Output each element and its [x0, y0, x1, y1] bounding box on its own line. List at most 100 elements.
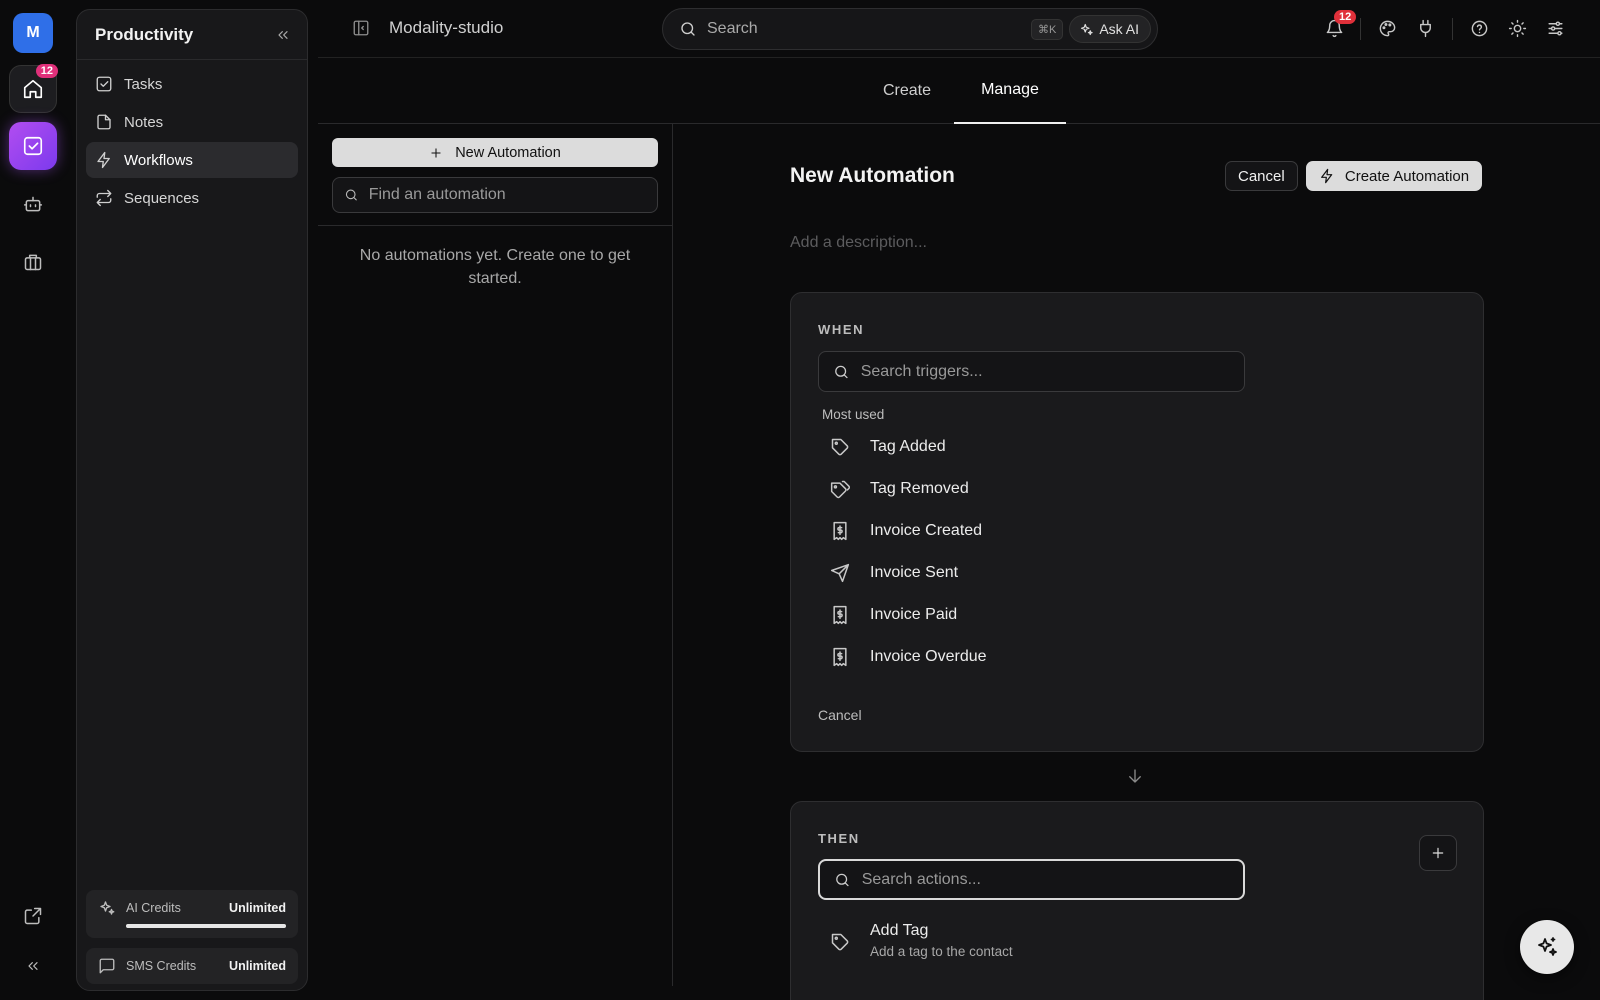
trigger-label: Invoice Created	[870, 522, 983, 539]
theme-palette-button[interactable]	[1378, 19, 1397, 38]
file-icon	[97, 114, 111, 130]
tab-manage[interactable]: Manage	[954, 58, 1066, 124]
nav-item-tasks[interactable]: Tasks	[86, 66, 298, 102]
ai-credits-row: AI Credits Unlimited	[98, 899, 286, 917]
chevrons-left-icon	[278, 30, 288, 39]
sms-credits-label: SMS Credits	[126, 959, 197, 973]
rail-external-button[interactable]	[9, 892, 57, 940]
nav-item-label: Sequences	[124, 189, 200, 207]
ai-credits-bar	[126, 924, 286, 928]
integrations-button[interactable]	[1416, 19, 1435, 38]
tasks-icon	[23, 136, 43, 156]
briefcase-icon	[24, 254, 42, 271]
zap-icon	[97, 151, 110, 169]
then-card: THEN Add Tag Add a tag to the contact	[790, 801, 1484, 1000]
trigger-search-field[interactable]	[818, 351, 1245, 392]
description-field[interactable]: Add a description...	[790, 234, 927, 252]
trigger-search-input[interactable]	[860, 362, 1230, 381]
ai-credits-bar-fill	[126, 924, 286, 928]
find-automation-field[interactable]	[332, 177, 658, 213]
rail-bot-button[interactable]	[9, 180, 57, 228]
help-icon	[1471, 20, 1488, 37]
panel-collapse-button[interactable]	[275, 27, 291, 43]
tag-icon	[831, 933, 849, 951]
cancel-button[interactable]: Cancel	[1225, 161, 1298, 191]
trigger-label: Invoice Paid	[870, 606, 958, 623]
new-automation-button[interactable]: New Automation	[332, 138, 658, 167]
search-icon	[835, 365, 848, 378]
rail-tasks-button[interactable]	[9, 122, 57, 170]
productivity-panel: Productivity Tasks Notes Workflows Seque…	[76, 9, 308, 991]
divider	[318, 225, 672, 226]
new-automation-label: New Automation	[455, 144, 561, 161]
app-rail: M 12	[0, 0, 66, 1000]
send-icon	[830, 563, 850, 583]
arrow-down-icon	[1129, 769, 1141, 783]
action-search-field[interactable]	[818, 859, 1245, 900]
receipt-icon	[833, 605, 847, 625]
trigger-group-label: Most used	[822, 407, 885, 422]
trigger-item-invoice-sent[interactable]: Invoice Sent	[822, 554, 958, 592]
action-search-input[interactable]	[861, 870, 1229, 889]
empty-state-message: No automations yet. Create one to get st…	[359, 247, 631, 287]
sms-credits: SMS Credits Unlimited	[86, 948, 298, 984]
message-icon	[99, 958, 115, 974]
trigger-item-tag-added[interactable]: Tag Added	[822, 428, 946, 466]
trigger-label: Tag Added	[870, 438, 946, 455]
divider	[1360, 18, 1361, 40]
panel-title: Productivity	[95, 24, 194, 44]
workspace-avatar[interactable]: M	[13, 13, 53, 53]
trigger-label: Tag Removed	[870, 480, 969, 497]
trigger-label: Invoice Sent	[870, 564, 959, 581]
collapse-icon	[28, 962, 38, 970]
nav-item-sequences[interactable]: Sequences	[86, 180, 298, 216]
tab-create[interactable]: Create	[858, 58, 956, 124]
search-icon	[836, 873, 849, 886]
notifications-button[interactable]: 12	[1325, 10, 1357, 38]
when-label: WHEN	[818, 322, 865, 337]
settings-button[interactable]	[1546, 19, 1565, 38]
plus-icon	[431, 147, 441, 158]
nav-item-workflows[interactable]: Workflows	[86, 142, 298, 178]
receipt-icon	[833, 647, 847, 667]
nav-item-label: Notes	[124, 113, 164, 131]
tag-icon	[831, 438, 849, 456]
plus-icon	[1432, 847, 1444, 859]
trigger-item-tag-removed[interactable]: Tag Removed	[822, 470, 969, 508]
automation-editor: New Automation Cancel Create Automation …	[674, 124, 1600, 1000]
add-action-button[interactable]	[1419, 835, 1457, 871]
trigger-cancel-button[interactable]: Cancel	[818, 707, 862, 723]
nav-item-label: Workflows	[124, 151, 193, 169]
rail-home-button[interactable]: 12	[9, 64, 58, 113]
home-badge: 12	[35, 64, 58, 78]
help-button[interactable]	[1470, 19, 1489, 38]
find-automation-input[interactable]	[368, 186, 646, 204]
theme-toggle-button[interactable]	[1508, 19, 1527, 38]
nav-item-notes[interactable]: Notes	[86, 104, 298, 140]
create-automation-button[interactable]: Create Automation	[1306, 161, 1482, 191]
divider	[1452, 18, 1453, 40]
trigger-item-invoice-overdue[interactable]: Invoice Overdue	[822, 638, 987, 676]
trigger-item-invoice-created[interactable]: Invoice Created	[822, 512, 982, 550]
bot-icon	[23, 196, 43, 212]
rail-collapse-button[interactable]	[9, 942, 57, 990]
trigger-label: Invoice Overdue	[870, 648, 987, 665]
trigger-item-invoice-paid[interactable]: Invoice Paid	[822, 596, 957, 634]
nav-item-label: Tasks	[124, 75, 163, 93]
sms-credits-value: Unlimited	[229, 959, 286, 973]
when-card: WHEN Most used Tag Added Tag Removed Inv…	[790, 292, 1484, 752]
palette-icon	[1379, 20, 1396, 37]
ai-credits: AI Credits Unlimited	[86, 890, 298, 938]
workflow-tabs: Create Manage	[318, 58, 1600, 124]
ai-credits-label: AI Credits	[126, 901, 181, 915]
create-automation-label: Create Automation	[1344, 167, 1470, 185]
action-item-add-tag[interactable]: Add Tag Add a tag to the contact	[822, 922, 1013, 959]
top-bar: Modality-studio Search ⌘K Ask AI 12	[318, 0, 1600, 58]
flow-arrow	[1126, 767, 1144, 785]
ai-credits-value: Unlimited	[229, 901, 286, 915]
top-icons: 12	[318, 0, 1600, 58]
ai-assistant-button[interactable]	[1520, 920, 1574, 974]
rail-briefcase-button[interactable]	[9, 238, 57, 286]
editor-title: New Automation	[790, 164, 955, 187]
notification-badge: 12	[1334, 10, 1357, 24]
